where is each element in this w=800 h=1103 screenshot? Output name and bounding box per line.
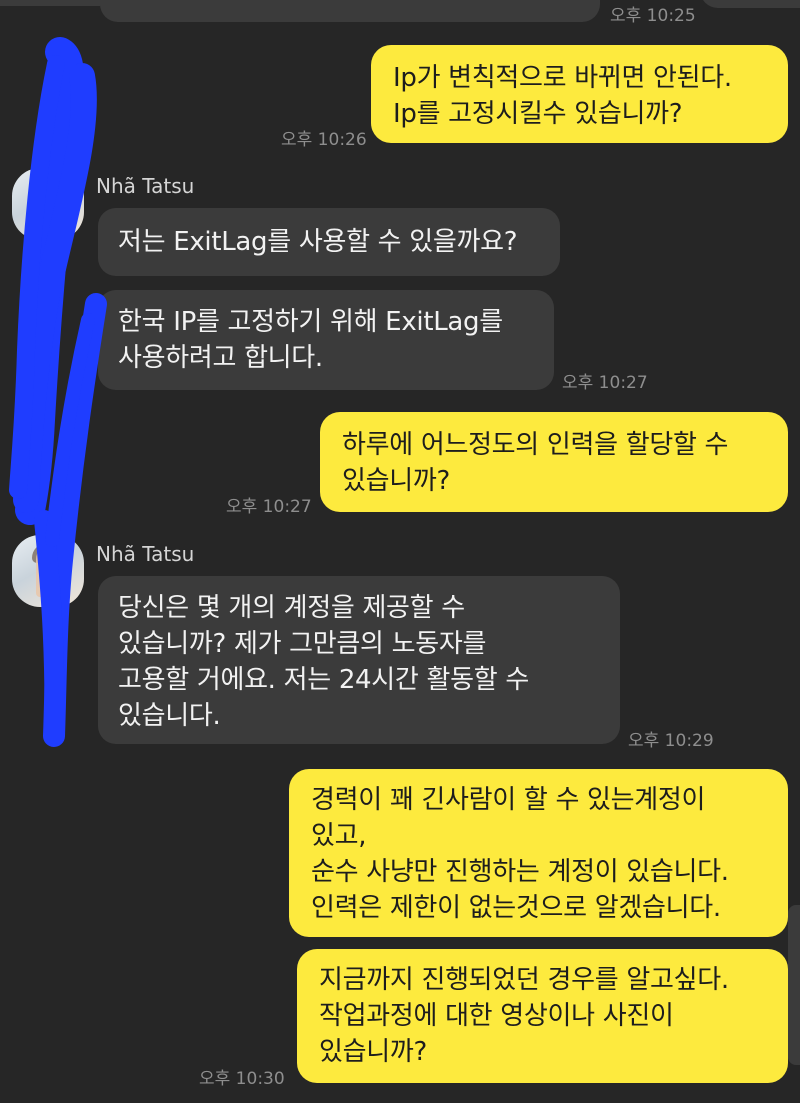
sender-avatar[interactable] [12,535,84,607]
incoming-message-bubble[interactable]: 한국 IP를 고정하기 위해 ExitLag를 사용하려고 합니다. [98,290,554,390]
chat-message-list[interactable]: 오후 10:25 Ip가 변칙적으로 바뀌면 안된다. Ip를 고정시킬수 있습… [0,0,800,1103]
partial-message-time: 오후 10:25 [610,6,696,26]
sender-avatar[interactable] [12,168,84,240]
incoming-message-bubble[interactable]: 당신은 몇 개의 계정을 제공할 수 있습니까? 제가 그만큼의 노동자를 고용… [98,576,620,744]
message-time: 오후 10:26 [281,130,367,150]
outgoing-message-bubble[interactable]: 지금까지 진행되었던 경우를 알고싶다. 작업과정에 대한 영상이나 사진이 있… [297,949,788,1083]
partial-incoming-bubble[interactable] [100,0,600,22]
message-time: 오후 10:30 [199,1069,285,1089]
outgoing-message-bubble[interactable]: 경력이 꽤 긴사람이 할 수 있는계정이 있고, 순수 사냥만 진행하는 계정이… [289,769,788,937]
incoming-message-bubble[interactable]: 저는 ExitLag를 사용할 수 있을까요? [98,208,560,276]
avatar-figure [36,547,64,597]
sender-name: Nhã Tatsu [96,542,195,566]
outgoing-message-bubble[interactable]: 하루에 어느정도의 인력을 할당할 수 있습니까? [320,412,788,512]
edge-artifact [788,905,800,1065]
sender-name: Nhã Tatsu [96,174,195,198]
avatar-figure [36,180,64,230]
message-time: 오후 10:27 [226,497,312,517]
message-time: 오후 10:27 [562,373,648,393]
partial-incoming-bubble[interactable] [700,0,800,8]
outgoing-message-bubble[interactable]: Ip가 변칙적으로 바뀌면 안된다. Ip를 고정시킬수 있습니까? [371,45,788,143]
message-time: 오후 10:29 [628,731,714,751]
